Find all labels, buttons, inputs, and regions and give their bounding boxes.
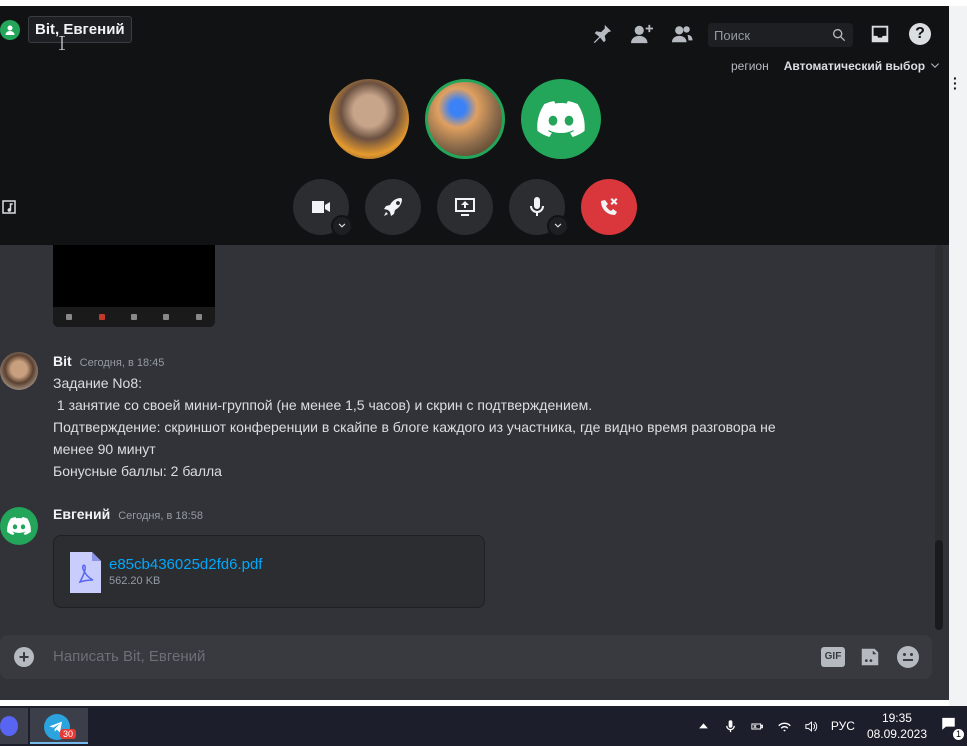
previous-image-attachment[interactable] (53, 245, 215, 327)
telegram-unread-badge: 30 (60, 729, 77, 739)
avatar[interactable] (0, 507, 38, 545)
windows-taskbar: 30 РУС 19:35 08.09.2023 1 (0, 706, 967, 746)
tray-power-icon[interactable] (750, 719, 765, 734)
notification-count: 1 (953, 729, 964, 740)
region-label: регион (731, 59, 769, 73)
microphone-options-chevron[interactable] (547, 215, 569, 237)
file-size: 562.20 KB (109, 575, 161, 587)
taskbar-discord-app[interactable] (0, 708, 28, 744)
voice-call-area: Bit, Евгений Поиск ? регион Автоматическ… (0, 6, 949, 245)
taskbar-telegram-app[interactable]: 30 (30, 708, 88, 744)
discord-logo-icon (537, 101, 585, 137)
call-participants (329, 79, 617, 159)
emoji-icon[interactable] (897, 646, 919, 668)
music-icon[interactable] (0, 198, 18, 216)
sticker-icon[interactable] (859, 646, 881, 668)
camera-button[interactable] (293, 179, 353, 237)
nav-dot (66, 314, 73, 320)
tray-microphone-icon[interactable] (723, 719, 738, 734)
participant-avatar[interactable] (329, 79, 409, 159)
chat-scrollbar[interactable] (935, 245, 943, 630)
screen-share-icon (455, 198, 475, 216)
microphone-icon (529, 197, 545, 216)
text-cursor-icon (59, 36, 65, 50)
clock-time: 19:35 (881, 711, 912, 725)
camera-options-chevron[interactable] (331, 215, 353, 237)
message-header: Евгений Сегодня, в 18:58 (53, 506, 203, 522)
microphone-button[interactable] (509, 179, 569, 237)
message-header: Bit Сегодня, в 18:45 (53, 353, 164, 369)
notification-center-icon[interactable]: 1 (941, 716, 964, 740)
message-timestamp: Сегодня, в 18:58 (118, 510, 203, 522)
region-selector[interactable]: регион Автоматический выбор (731, 59, 941, 73)
disconnect-button[interactable] (581, 179, 637, 235)
screenshot-nav-bar (53, 307, 215, 327)
avatar[interactable] (0, 352, 38, 390)
search-placeholder: Поиск (714, 27, 751, 43)
pdf-file-icon (70, 552, 101, 593)
region-value: Автоматический выбор (783, 59, 926, 73)
more-options-icon[interactable]: · · · (953, 71, 958, 95)
chevron-down-icon (931, 63, 940, 68)
clock-date: 08.09.2023 (866, 727, 927, 741)
nav-dot (130, 314, 137, 320)
tray-clock[interactable]: 19:35 08.09.2023 (867, 710, 927, 742)
author-name[interactable]: Bit (53, 353, 72, 369)
upload-plus-icon[interactable]: + (14, 647, 34, 667)
tray-wifi-icon[interactable] (777, 719, 792, 734)
member-list-icon[interactable] (670, 22, 694, 46)
author-name[interactable]: Евгений (53, 506, 110, 522)
message-input[interactable]: Написать Bit, Евгений (53, 648, 205, 665)
rocket-icon (384, 198, 402, 216)
discord-logo-icon (7, 517, 31, 535)
screen-share-button[interactable] (437, 179, 493, 235)
message-composer: + Написать Bit, Евгений GIF (0, 635, 932, 679)
dm-title[interactable]: Bit, Евгений (28, 16, 132, 43)
camera-icon (312, 201, 330, 213)
inbox-icon[interactable] (869, 23, 891, 45)
message-line: Бонусные баллы: 2 балла (53, 463, 222, 479)
tray-language[interactable]: РУС (831, 719, 855, 733)
discord-window: · · · Bit, Евгений Поиск ? регион Автома… (0, 0, 967, 746)
call-controls (293, 179, 653, 237)
nav-dot-active (98, 314, 105, 320)
message-timestamp: Сегодня, в 18:45 (79, 357, 165, 369)
activity-button[interactable] (365, 179, 421, 235)
nav-dot (195, 314, 202, 320)
discord-taskbar-icon (0, 716, 18, 736)
message-content: Задание No8: 1 занятие со своей мини-гру… (53, 372, 853, 482)
participant-avatar-discord[interactable] (521, 79, 601, 159)
file-attachment: e85cb436025d2fd6.pdf 562.20 KB (53, 535, 485, 608)
message-line: Задание No8: (53, 375, 142, 391)
scrollbar-thumb[interactable] (935, 540, 943, 630)
hang-up-icon (601, 198, 618, 215)
participant-avatar-speaking[interactable] (425, 79, 505, 159)
message-line: Подтверждение: скриншот конференции в ск… (53, 419, 776, 435)
search-icon (833, 29, 846, 42)
friend-icon (0, 19, 20, 40)
system-tray: РУС 19:35 08.09.2023 1 (696, 706, 967, 746)
dm-header: Bit, Евгений (0, 16, 132, 43)
pin-icon[interactable] (590, 22, 614, 46)
message-line: 1 занятие со своей мини-группой (не мене… (53, 397, 593, 413)
message-line: менее 90 минут (53, 441, 156, 457)
tray-overflow-icon[interactable] (696, 719, 711, 734)
chevron-down-icon (554, 223, 562, 228)
header-toolbar (590, 22, 710, 46)
window-right-edge: · · · (949, 6, 967, 706)
search-input[interactable]: Поиск (708, 23, 853, 47)
chevron-down-icon (338, 223, 346, 228)
help-icon[interactable]: ? (909, 23, 931, 45)
file-download-link[interactable]: e85cb436025d2fd6.pdf (109, 556, 262, 573)
nav-dot (163, 314, 170, 320)
gif-button[interactable]: GIF (821, 647, 845, 667)
tray-volume-icon[interactable] (804, 719, 819, 734)
add-friend-icon[interactable] (630, 22, 654, 46)
